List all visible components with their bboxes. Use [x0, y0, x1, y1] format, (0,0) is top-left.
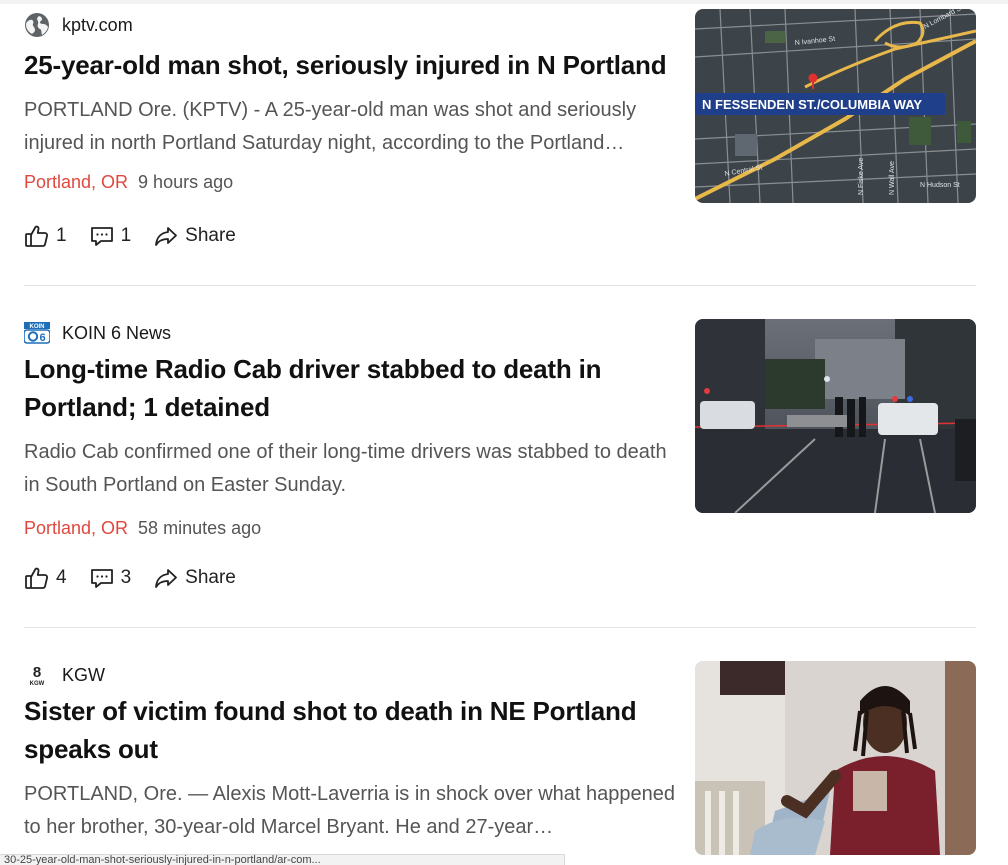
article-source[interactable]: KOIN 6 KOIN 6 News — [24, 320, 171, 346]
source-name: kptv.com — [62, 14, 133, 35]
article-meta: Portland, OR 58 minutes ago — [24, 518, 261, 539]
svg-text:6: 6 — [39, 332, 45, 344]
comment-icon — [90, 569, 113, 588]
koin-logo: KOIN 6 — [24, 320, 50, 346]
article-headline[interactable]: Sister of victim found shot to death in … — [24, 692, 684, 768]
article-headline[interactable]: Long-time Radio Cab driver stabbed to de… — [24, 350, 684, 426]
source-name: KOIN 6 News — [62, 322, 172, 343]
article-thumbnail[interactable] — [695, 661, 976, 855]
article-snippet[interactable]: PORTLAND, Ore. — Alexis Mott-Laverria is… — [24, 778, 684, 844]
share-icon — [155, 569, 178, 588]
article-thumbnail[interactable] — [695, 319, 976, 513]
globe-icon — [24, 12, 50, 38]
status-bar-url: 30-25-year-old-man-shot-seriously-injure… — [0, 854, 565, 865]
article-actions: 1 1 Share — [24, 222, 258, 250]
article-divider — [24, 285, 976, 286]
map-banner: N FESSENDEN ST./COLUMBIA WAY — [702, 97, 922, 112]
like-count: 4 — [56, 567, 67, 588]
thumbs-up-icon — [25, 225, 49, 247]
map-street-label: N Fiske Ave — [858, 158, 865, 195]
share-label: Share — [185, 225, 236, 246]
article-time: 58 minutes ago — [138, 518, 262, 538]
map-image: N FESSENDEN ST./COLUMBIA WAY N Central S… — [695, 9, 976, 203]
article-source[interactable]: kptv.com — [24, 12, 133, 38]
like-button[interactable]: 4 — [24, 565, 67, 591]
person-photo-image — [695, 661, 976, 855]
share-button[interactable]: Share — [153, 223, 236, 249]
like-count: 1 — [56, 225, 67, 246]
article-location[interactable]: Portland, OR — [24, 518, 128, 539]
article-card[interactable]: 8 KGW KGW Sister of victim found shot to… — [24, 658, 976, 864]
article-snippet[interactable]: PORTLAND Ore. (KPTV) - A 25-year-old man… — [24, 94, 684, 160]
share-label: Share — [185, 567, 236, 588]
kgw-logo: 8 KGW — [24, 662, 50, 688]
map-street-label: N Hudson St — [920, 182, 960, 189]
svg-text:8: 8 — [33, 664, 41, 681]
map-street-label: N Wall Ave — [889, 161, 896, 195]
article-card[interactable]: KOIN 6 KOIN 6 News Long-time Radio Cab d… — [24, 316, 976, 628]
svg-text:KOIN: KOIN — [30, 324, 45, 330]
share-button[interactable]: Share — [153, 565, 236, 591]
source-name: KGW — [62, 664, 105, 685]
like-button[interactable]: 1 — [24, 223, 67, 249]
article-card[interactable]: kptv.com 25-year-old man shot, seriously… — [24, 8, 976, 286]
comment-count: 3 — [120, 567, 132, 588]
thumbs-up-icon — [25, 567, 49, 589]
comment-count: 1 — [120, 225, 132, 246]
article-thumbnail[interactable]: N FESSENDEN ST./COLUMBIA WAY N Central S… — [695, 9, 976, 203]
top-edge — [0, 0, 1008, 4]
article-location[interactable]: Portland, OR — [24, 172, 128, 193]
police-scene-image — [695, 319, 976, 513]
article-source[interactable]: 8 KGW KGW — [24, 662, 105, 688]
article-meta: Portland, OR 9 hours ago — [24, 172, 233, 193]
comment-button[interactable]: 1 — [89, 223, 132, 249]
article-snippet[interactable]: Radio Cab confirmed one of their long-ti… — [24, 436, 684, 502]
svg-text:KGW: KGW — [30, 681, 45, 687]
article-actions: 4 3 Share — [24, 564, 258, 592]
comment-icon — [90, 227, 113, 246]
article-time: 9 hours ago — [138, 172, 234, 192]
article-headline[interactable]: 25-year-old man shot, seriously injured … — [24, 46, 684, 84]
comment-button[interactable]: 3 — [89, 565, 132, 591]
article-divider — [24, 627, 976, 628]
share-icon — [155, 227, 178, 246]
